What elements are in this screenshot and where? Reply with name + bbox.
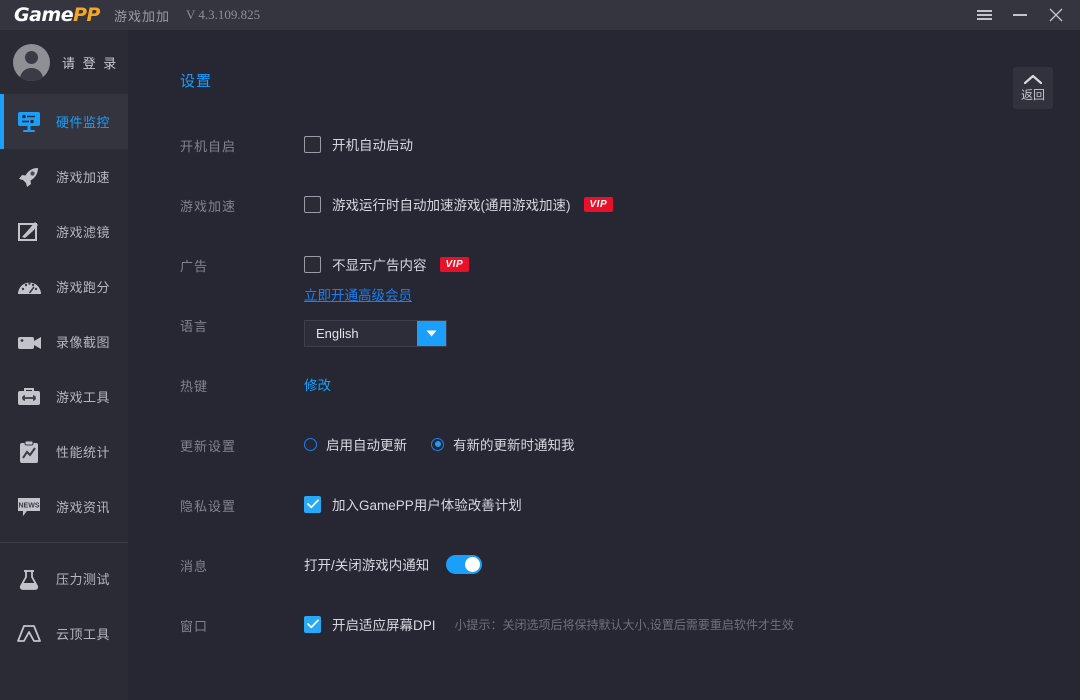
settings-row-update: 更新设置 启用自动更新 有新的更新时通知我 <box>128 434 1080 494</box>
sidebar-item-label: 云顶工具 <box>56 627 111 642</box>
svg-text:NEWS: NEWS <box>19 502 40 509</box>
row-label: 窗口 <box>180 619 209 634</box>
sidebar-item-game-boost[interactable]: 游戏加速 <box>0 149 128 204</box>
speedometer-icon <box>13 272 45 302</box>
sidebar-item-label: 录像截图 <box>56 335 111 350</box>
sidebar-item-news[interactable]: NEWS 游戏资讯 <box>0 479 128 534</box>
update-notify-radio[interactable] <box>431 437 444 451</box>
update-notify-radio-option[interactable]: 有新的更新时通知我 <box>431 434 575 454</box>
row-label: 消息 <box>180 559 209 574</box>
chevron-down-icon[interactable] <box>417 321 446 346</box>
settings-row-game-boost: 游戏加速 游戏运行时自动加速游戏(通用游戏加速) VIP <box>128 194 1080 254</box>
privacy-label: 加入GamePP用户体验改善计划 <box>332 498 522 513</box>
app-logo: Game PP <box>14 3 100 26</box>
sidebar-item-label: 性能统计 <box>56 445 111 460</box>
ingame-notify-label: 打开/关闭游戏内通知 <box>304 558 430 573</box>
sidebar-divider <box>0 542 128 543</box>
news-icon: NEWS <box>13 492 45 522</box>
ingame-notify-toggle[interactable] <box>446 554 483 574</box>
vip-badge[interactable]: VIP <box>439 256 470 272</box>
autostart-checkbox[interactable] <box>304 135 321 153</box>
dpi-label: 开启适应屏幕DPI <box>332 618 436 633</box>
sidebar-item-label: 游戏加速 <box>56 170 111 185</box>
flask-icon <box>13 564 45 594</box>
update-notify-label: 有新的更新时通知我 <box>453 438 575 453</box>
hotkey-edit-link[interactable]: 修改 <box>304 374 1080 394</box>
window-controls <box>966 0 1080 30</box>
row-label: 开机自启 <box>180 139 237 154</box>
settings-row-message: 消息 打开/关闭游戏内通知 <box>128 554 1080 614</box>
sidebar-item-label: 硬件监控 <box>56 115 111 130</box>
close-icon[interactable] <box>1038 0 1074 30</box>
sidebar-item-label: 压力测试 <box>56 572 111 587</box>
sidebar-item-record-capture[interactable]: 录像截图 <box>0 314 128 369</box>
hide-ads-label: 不显示广告内容 <box>332 258 427 273</box>
language-select-value: English <box>316 326 359 341</box>
game-boost-checkbox[interactable] <box>304 195 321 213</box>
title-bar: Game PP 游戏加加 V 4.3.109.825 <box>0 0 1080 30</box>
autostart-label: 开机自动启动 <box>332 138 413 153</box>
sidebar-item-label: 游戏滤镜 <box>56 225 111 240</box>
language-select[interactable]: English <box>304 320 447 347</box>
settings-row-autostart: 开机自启 开机自动启动 <box>128 134 1080 194</box>
settings-row-window: 窗口 开启适应屏幕DPI 小提示：关闭选项后将保持默认大小,设置后需要重启软件才… <box>128 614 1080 674</box>
filter-brush-icon <box>13 217 45 247</box>
row-label: 隐私设置 <box>180 499 237 514</box>
video-camera-icon <box>13 327 45 357</box>
row-label: 热键 <box>180 379 209 394</box>
user-login-block[interactable]: 请 登 录 <box>0 30 128 94</box>
clipboard-chart-icon <box>13 437 45 467</box>
update-auto-radio-option[interactable]: 启用自动更新 <box>304 434 407 454</box>
sidebar-item-label: 游戏工具 <box>56 390 111 405</box>
upgrade-vip-link[interactable]: 立即开通高级会员 <box>304 284 412 304</box>
sidebar-item-benchmark[interactable]: 游戏跑分 <box>0 259 128 314</box>
hardware-monitor-icon <box>13 107 45 137</box>
tft-icon <box>13 619 45 649</box>
row-label: 广告 <box>180 259 209 274</box>
app-window: WWW.WEIDOWN.COMWWW.WEIDOWN.COMWWW.WEIDOW… <box>0 0 1080 700</box>
page-title: 设置 <box>180 73 213 90</box>
chevron-up-icon <box>1023 74 1043 84</box>
sidebar-item-game-filter[interactable]: 游戏滤镜 <box>0 204 128 259</box>
sidebar-item-label: 游戏资讯 <box>56 500 111 515</box>
sidebar-item-stress-test[interactable]: 压力测试 <box>0 551 128 606</box>
logo-pp-text: PP <box>73 3 100 26</box>
sidebar-item-performance-stats[interactable]: 性能统计 <box>0 424 128 479</box>
login-label: 请 登 录 <box>62 55 119 71</box>
vip-badge[interactable]: VIP <box>583 196 614 212</box>
sidebar: 请 登 录 硬件监控 游戏加速 游戏滤镜 游戏跑分 录像截图 游戏工具 性能统计… <box>0 30 128 700</box>
sidebar-item-game-tools[interactable]: 游戏工具 <box>0 369 128 424</box>
settings-row-language: 语言 English <box>128 314 1080 374</box>
back-button[interactable]: 返回 <box>1013 67 1053 109</box>
dpi-checkbox[interactable] <box>304 615 321 633</box>
back-button-label: 返回 <box>1020 87 1045 102</box>
dpi-hint: 小提示：关闭选项后将保持默认大小,设置后需要重启软件才生效 <box>454 617 794 632</box>
sidebar-item-tft-tools[interactable]: 云顶工具 <box>0 606 128 661</box>
hide-ads-checkbox[interactable] <box>304 255 321 273</box>
row-label: 更新设置 <box>180 439 237 454</box>
row-label: 语言 <box>180 319 209 334</box>
update-auto-radio[interactable] <box>304 437 317 451</box>
settings-row-privacy: 隐私设置 加入GamePP用户体验改善计划 <box>128 494 1080 554</box>
settings-row-hotkey: 热键 修改 <box>128 374 1080 434</box>
settings-row-ads: 广告 不显示广告内容 VIP 立即开通高级会员 <box>128 254 1080 314</box>
app-name-cn: 游戏加加 <box>113 8 170 24</box>
toolbox-icon <box>13 382 45 412</box>
app-version: V 4.3.109.825 <box>185 7 261 22</box>
user-avatar-icon <box>13 43 50 81</box>
update-auto-label: 启用自动更新 <box>326 438 407 453</box>
sidebar-item-label: 游戏跑分 <box>56 280 111 295</box>
game-boost-label: 游戏运行时自动加速游戏(通用游戏加速) <box>332 198 571 213</box>
settings-rows: 开机自启 开机自动启动 游戏加速 游戏运行时自动加速游戏(通用游戏加速) VIP <box>128 134 1080 674</box>
hamburger-icon[interactable] <box>966 0 1002 30</box>
sidebar-item-hardware-monitor[interactable]: 硬件监控 <box>0 94 128 149</box>
row-label: 游戏加速 <box>180 199 237 214</box>
logo-game-text: Game <box>14 3 74 26</box>
toggle-knob <box>465 556 481 572</box>
main-content: 设置 返回 开机自启 开机自动启动 游戏加速 游戏运行时自动加速游戏(通用游戏加… <box>128 30 1080 700</box>
privacy-checkbox[interactable] <box>304 495 321 513</box>
minimize-icon[interactable] <box>1002 0 1038 30</box>
rocket-icon <box>13 162 45 192</box>
